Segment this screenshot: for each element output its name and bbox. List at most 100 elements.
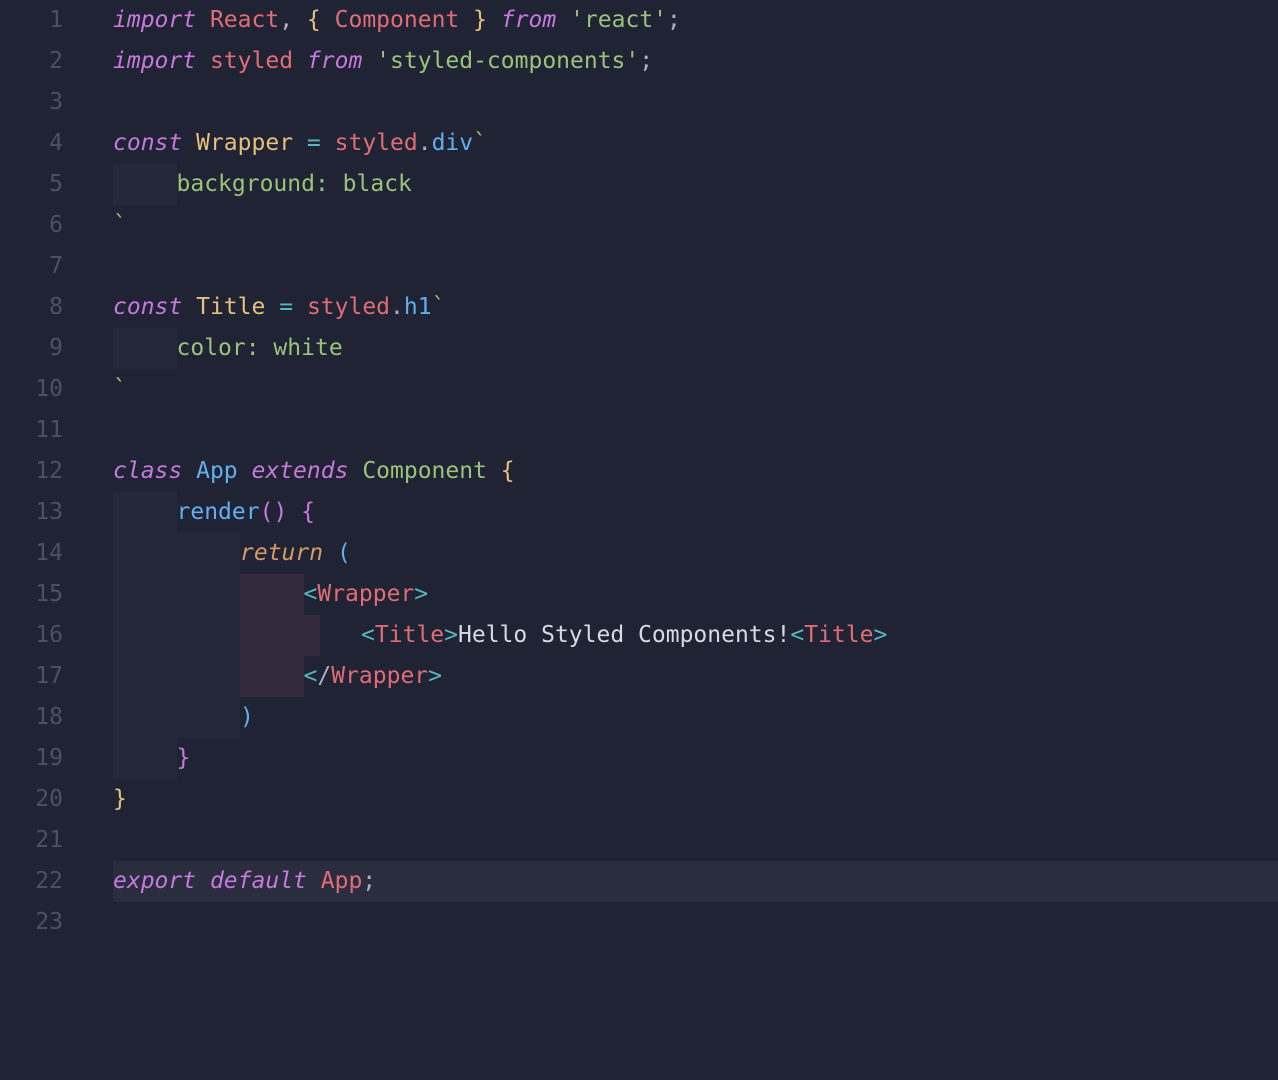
line-number: 22: [0, 861, 63, 902]
line-number: 11: [0, 410, 63, 451]
jsx-punct: <: [790, 622, 804, 648]
code-line[interactable]: import styled from 'styled-components';: [113, 41, 1278, 82]
line-number: 17: [0, 656, 63, 697]
code-line[interactable]: background: black: [113, 164, 1278, 205]
backtick: `: [113, 212, 127, 238]
line-number: 13: [0, 492, 63, 533]
backtick: `: [432, 294, 446, 320]
indent-guide: [240, 615, 304, 656]
indent-guide: [177, 697, 241, 738]
backtick: `: [113, 376, 127, 402]
indent-guide: [113, 492, 177, 533]
code-line-active[interactable]: export default App;: [113, 861, 1278, 902]
jsx-punct: >: [428, 663, 442, 689]
brace: }: [473, 7, 487, 33]
line-number: 6: [0, 205, 63, 246]
line-number: 1: [0, 0, 63, 41]
jsx-punct: <: [304, 581, 318, 607]
brace: {: [501, 458, 515, 484]
class-name: App: [196, 458, 238, 484]
code-line[interactable]: [113, 246, 1278, 287]
definition: Wrapper: [196, 130, 293, 156]
brace: {: [301, 499, 315, 525]
code-line[interactable]: `: [113, 205, 1278, 246]
line-number: 19: [0, 738, 63, 779]
line-number: 14: [0, 533, 63, 574]
code-line[interactable]: import React, { Component } from 'react'…: [113, 0, 1278, 41]
definition: Title: [196, 294, 265, 320]
keyword-const: const: [113, 294, 182, 320]
punctuation: .: [418, 130, 432, 156]
indent-guide: [113, 656, 177, 697]
identifier: styled: [210, 48, 293, 74]
paren: ): [240, 704, 254, 730]
code-line[interactable]: ): [113, 697, 1278, 738]
code-content[interactable]: import React, { Component } from 'react'…: [85, 0, 1278, 943]
code-line[interactable]: `: [113, 369, 1278, 410]
code-line[interactable]: }: [113, 738, 1278, 779]
keyword-export: export: [113, 868, 196, 894]
jsx-tag: Wrapper: [331, 663, 428, 689]
line-number: 2: [0, 41, 63, 82]
operator: =: [307, 130, 321, 156]
identifier: React: [210, 7, 279, 33]
indent-guide: [304, 615, 320, 656]
code-line[interactable]: color: white: [113, 328, 1278, 369]
punctuation: ;: [639, 48, 653, 74]
code-line[interactable]: <Title>Hello Styled Components!<Title>: [113, 615, 1278, 656]
line-number: 5: [0, 164, 63, 205]
code-editor[interactable]: 1 2 3 4 5 6 7 8 9 10 11 12 13 14 15 16 1…: [0, 0, 1278, 943]
brace: {: [307, 7, 321, 33]
punctuation: ,: [279, 7, 293, 33]
brace: }: [177, 745, 191, 771]
jsx-tag: Title: [804, 622, 873, 648]
code-line[interactable]: [113, 82, 1278, 123]
code-line[interactable]: [113, 902, 1278, 943]
line-number: 21: [0, 820, 63, 861]
keyword-from: from: [501, 7, 556, 33]
indent-guide: [113, 164, 177, 205]
operator: =: [279, 294, 293, 320]
indent-guide: [113, 328, 177, 369]
indent-guide: [113, 533, 177, 574]
backtick: `: [473, 130, 487, 156]
code-line[interactable]: const Title = styled.h1`: [113, 287, 1278, 328]
code-line[interactable]: [113, 410, 1278, 451]
jsx-punct: <: [361, 622, 375, 648]
jsx-punct: <: [304, 663, 318, 689]
css-property: background: black: [177, 171, 412, 197]
line-number: 20: [0, 779, 63, 820]
line-number: 15: [0, 574, 63, 615]
line-number: 4: [0, 123, 63, 164]
line-number: 3: [0, 82, 63, 123]
identifier: styled: [335, 130, 418, 156]
keyword-const: const: [113, 130, 182, 156]
jsx-punct: >: [444, 622, 458, 648]
line-number: 23: [0, 902, 63, 943]
code-line[interactable]: <Wrapper>: [113, 574, 1278, 615]
keyword-return: return: [240, 540, 323, 566]
code-line[interactable]: const Wrapper = styled.div`: [113, 123, 1278, 164]
string: 'react': [570, 7, 667, 33]
line-number-gutter: 1 2 3 4 5 6 7 8 9 10 11 12 13 14 15 16 1…: [0, 0, 85, 943]
method: render: [177, 499, 260, 525]
indent-guide: [240, 574, 304, 615]
brace: }: [113, 786, 127, 812]
keyword-class: class: [113, 458, 182, 484]
identifier: Component: [335, 7, 460, 33]
line-number: 12: [0, 451, 63, 492]
line-number: 8: [0, 287, 63, 328]
code-line[interactable]: class App extends Component {: [113, 451, 1278, 492]
parens: (): [260, 499, 288, 525]
indent-guide: [113, 738, 177, 779]
code-line[interactable]: }: [113, 779, 1278, 820]
punctuation: .: [390, 294, 404, 320]
keyword-extends: extends: [252, 458, 349, 484]
code-line[interactable]: render() {: [113, 492, 1278, 533]
jsx-tag: Title: [375, 622, 444, 648]
indent-guide: [177, 574, 241, 615]
code-line[interactable]: </Wrapper>: [113, 656, 1278, 697]
jsx-punct: /: [317, 663, 331, 689]
code-line[interactable]: return (: [113, 533, 1278, 574]
code-line[interactable]: [113, 820, 1278, 861]
